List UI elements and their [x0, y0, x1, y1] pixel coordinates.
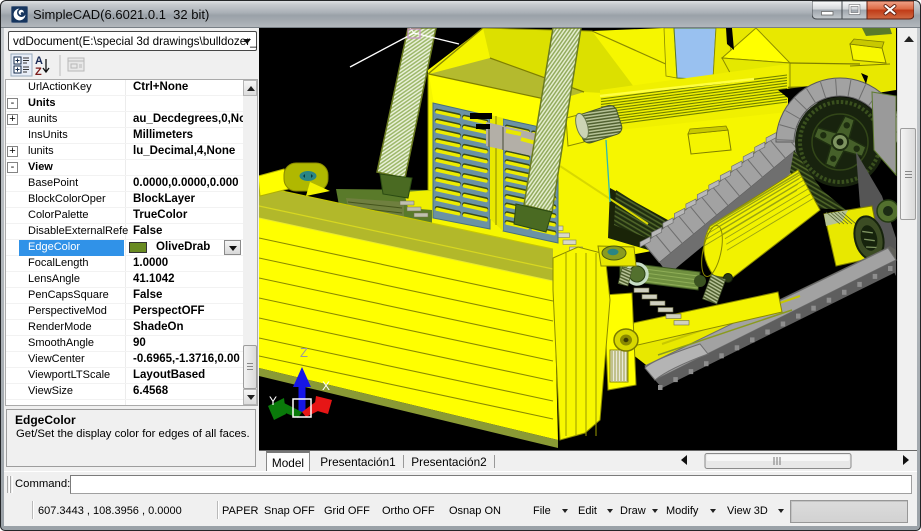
svg-text:Z: Z: [300, 345, 308, 360]
svg-text:X: X: [322, 379, 330, 393]
svg-text:Z: Z: [35, 66, 42, 78]
svg-text:Y: Y: [269, 394, 277, 408]
